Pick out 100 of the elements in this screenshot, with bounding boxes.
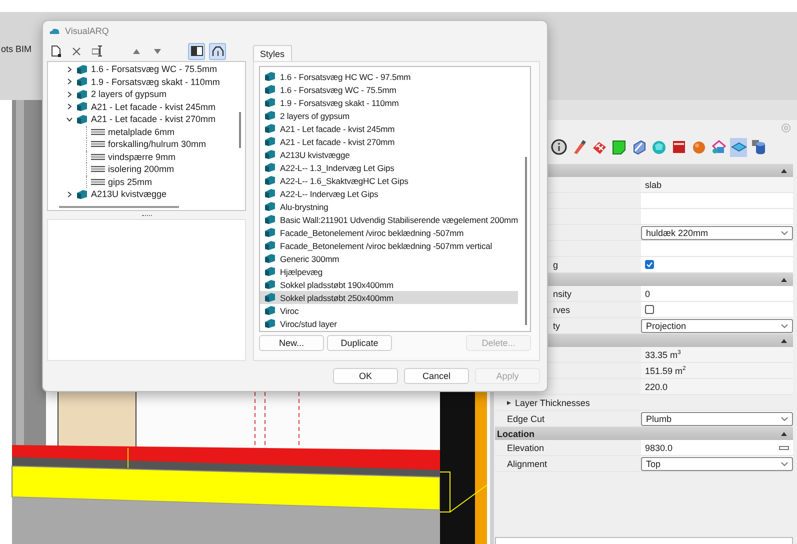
tree-item[interactable]: A213U kvistvægge — [91, 189, 167, 200]
action-button[interactable]: Duplicate — [327, 335, 392, 351]
dialog-button[interactable]: OK — [333, 368, 398, 384]
expand-icon[interactable] — [65, 103, 73, 110]
wall-icon — [264, 306, 276, 315]
wall-icon — [76, 102, 88, 112]
tree-item[interactable]: forskalling/hulrum 30mm — [108, 139, 206, 150]
list-item[interactable]: Viroc — [260, 304, 518, 317]
property-label: Alignment — [507, 458, 548, 468]
splitter-handle[interactable] — [142, 214, 152, 216]
property-field[interactable] — [641, 193, 793, 208]
tree-item[interactable]: 1.9 - Forsatsvæg skakt - 110mm — [91, 76, 220, 87]
property-dropdown[interactable]: Top — [641, 456, 793, 470]
caret-up-icon — [133, 48, 140, 54]
list-item[interactable]: Facade_Betonelement /viroc beklædning -507mm — [260, 226, 518, 239]
brush-icon — [574, 140, 586, 154]
wall-icon — [264, 293, 276, 302]
expand-icon[interactable] — [65, 116, 73, 123]
view-toggle[interactable] — [188, 42, 205, 60]
property-value: 33.35 m$^{3}$ — [645, 350, 681, 360]
properties-tab[interactable] — [550, 138, 567, 156]
wall-icon — [264, 241, 276, 250]
scrollbar[interactable] — [239, 112, 241, 148]
list-item[interactable]: Facade_Betonelement /viroc beklædning -507mm vertical — [260, 239, 518, 252]
expand-icon[interactable] — [65, 90, 73, 98]
list-item[interactable]: 1.6 - Forsatsvæg HC WC - 97.5mm — [260, 70, 518, 83]
cylinder-icon — [752, 140, 764, 154]
layer-icon — [91, 128, 105, 135]
list-item[interactable]: A213U kvistvægge — [260, 148, 518, 161]
property-field[interactable] — [641, 209, 793, 224]
list-item[interactable]: Basic Wall:211901 Udvendig Stabiliserende vægelement 200mm — [260, 213, 518, 226]
list-item[interactable]: A21 - Let facade - kvist 270mm — [260, 135, 518, 148]
wall-icon — [76, 90, 88, 99]
property-field[interactable] — [495, 537, 793, 544]
tree-item[interactable]: metalplade 6mm — [108, 126, 175, 137]
list-item[interactable]: Sokkel pladsstøbt 190x400mm — [260, 278, 518, 291]
list-item[interactable]: A21 - Let facade - kvist 245mm — [260, 122, 518, 135]
layer-icon — [91, 166, 105, 172]
tab[interactable]: Styles — [253, 45, 292, 61]
panel-layout-icon — [190, 46, 202, 56]
expand-icon[interactable] — [507, 400, 511, 404]
wall-icon — [264, 72, 276, 81]
chevron-down-icon — [781, 324, 788, 328]
tree-item[interactable]: A21 - Let facade - kvist 270mm — [91, 114, 216, 124]
action-button[interactable]: New... — [259, 335, 324, 351]
list-item[interactable]: Sokkel pladsstøbt 250x400mm — [260, 291, 518, 304]
ruler-icon[interactable] — [779, 446, 789, 450]
section-header[interactable]: Location — [495, 427, 793, 440]
properties-tab[interactable] — [750, 138, 767, 156]
document-tab[interactable]: ots BIM — [0, 44, 32, 54]
wall-icon — [264, 189, 276, 198]
scrollbar[interactable] — [59, 206, 179, 208]
list-item[interactable]: A22-L-- 1.3_Indervæg Let Gips — [260, 161, 518, 174]
layer-icon — [91, 154, 105, 160]
property-field[interactable]: 0 — [641, 286, 793, 301]
property-dropdown[interactable]: huldæk 220mm — [641, 226, 793, 240]
chevron-down-icon — [781, 230, 788, 234]
checkbox[interactable] — [645, 260, 654, 269]
collapse-icon[interactable] — [781, 168, 787, 172]
list-item[interactable]: A22-L-- Indervæg Let Gips — [260, 187, 518, 200]
tree-item[interactable]: A21 - Let facade - kvist 245mm — [91, 102, 216, 112]
window-title: VisualARQ — [65, 26, 109, 36]
tree-item[interactable]: 1.6 - Forsatsvæg WC - 75.5mm — [91, 64, 218, 74]
expand-icon[interactable] — [65, 78, 73, 86]
scrollbar[interactable] — [525, 157, 527, 325]
tree-item[interactable]: 2 layers of gypsum — [91, 89, 167, 100]
wall-icon — [264, 163, 276, 172]
collapse-icon[interactable] — [781, 278, 787, 282]
tree-item[interactable]: gips 25mm — [108, 176, 152, 187]
rename-icon — [92, 45, 104, 57]
wall-icon — [264, 137, 276, 146]
property-label: Edge Cut — [507, 414, 545, 424]
checkbox[interactable] — [645, 305, 654, 314]
surface-icon — [612, 140, 625, 154]
list-item[interactable]: Alu-brystning — [260, 200, 518, 213]
property-field[interactable] — [641, 241, 793, 256]
property-dropdown[interactable]: Projection — [641, 318, 793, 332]
view-toggle[interactable] — [209, 42, 226, 60]
list-item[interactable]: Hjælpevæg — [260, 265, 518, 278]
collapse-icon[interactable] — [781, 338, 787, 342]
wall-icon — [264, 176, 276, 185]
expand-icon[interactable] — [65, 190, 73, 198]
tree-item[interactable]: vindspærre 9mm — [108, 152, 176, 162]
list-item[interactable]: 1.6 - Forsatsvæg WC - 75.5mm — [260, 83, 518, 96]
shapes-icon — [711, 140, 726, 154]
property-dropdown[interactable]: Plumb — [641, 412, 793, 426]
list-item[interactable]: 1.9 - Forsatsvæg skakt - 110mm — [260, 96, 518, 109]
list-item[interactable]: A22-L-- 1.6_SkaktvægHC Let Gips — [260, 174, 518, 187]
solid-icon — [633, 140, 645, 155]
collapse-icon[interactable] — [781, 432, 787, 436]
layer-icon — [91, 141, 105, 148]
list-item[interactable]: Viroc/stud layer — [260, 317, 518, 330]
expand-icon[interactable] — [65, 66, 73, 73]
list-item[interactable]: 2 layers of gypsum — [260, 109, 518, 122]
list-item[interactable]: Generic 300mm — [260, 252, 518, 265]
close-icon — [72, 46, 81, 56]
tree-item[interactable]: isolering 200mm — [108, 164, 174, 174]
dialog-button[interactable]: Cancel — [404, 368, 469, 384]
info-icon — [550, 139, 566, 155]
wall-icon — [76, 190, 88, 199]
